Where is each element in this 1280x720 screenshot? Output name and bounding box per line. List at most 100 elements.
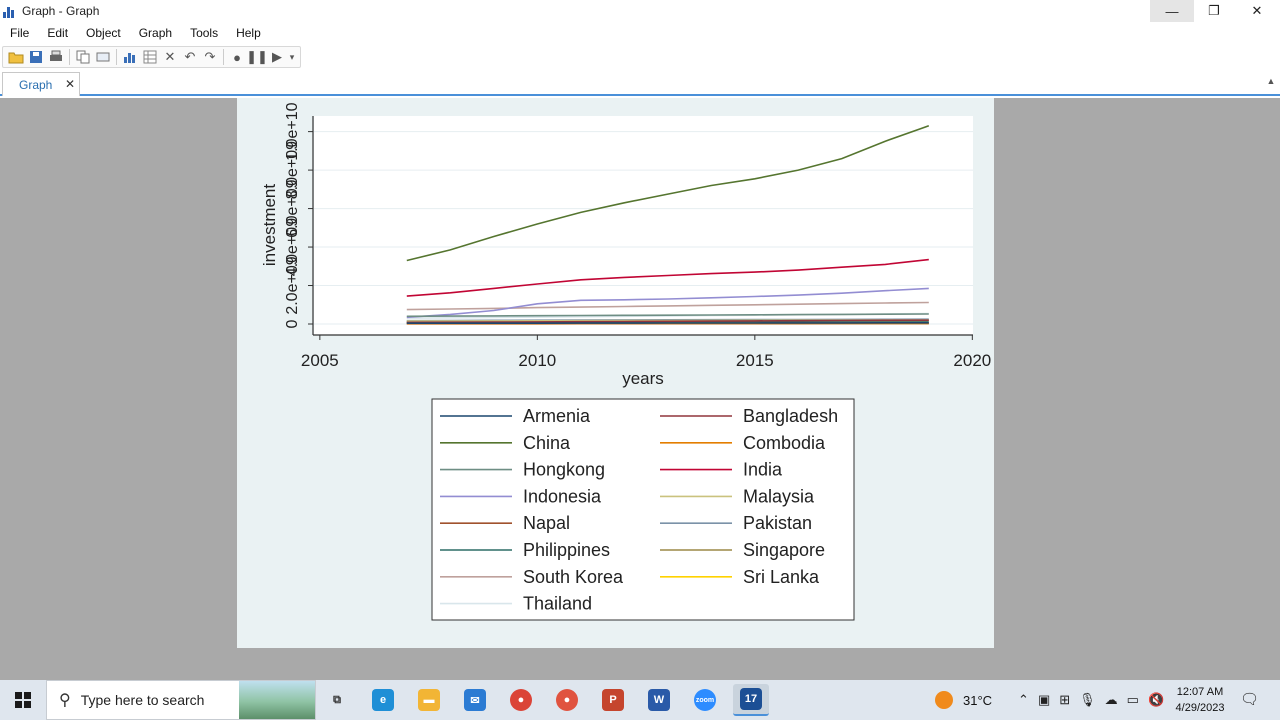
security-icon[interactable]: ⊞ — [1059, 692, 1070, 708]
graph-canvas: 0 2.0e+09 4.0e+09 6.0e+09 8.0e+09 1.0e+10 inve… — [237, 98, 994, 648]
chrome-taskbar-button[interactable]: ● — [503, 684, 539, 716]
stata-icon: 17 — [740, 688, 762, 710]
save-icon[interactable] — [26, 47, 46, 67]
x-tick-label: 2010 — [518, 351, 556, 370]
zoom-icon: zoom — [694, 689, 716, 711]
legend-label: Thailand — [523, 594, 592, 614]
menu-graph[interactable]: Graph — [129, 26, 180, 40]
menu-bar: File Edit Object Graph Tools Help — [0, 23, 269, 43]
legend-label: Combodia — [743, 433, 826, 453]
edge-icon: e — [372, 689, 394, 711]
restore-button[interactable]: ❐ — [1192, 0, 1236, 22]
rename-icon[interactable] — [93, 47, 113, 67]
tab-close-icon[interactable]: ✕ — [65, 77, 75, 91]
dropdown-icon[interactable]: ▾ — [287, 47, 297, 67]
record-icon[interactable]: ● — [227, 47, 247, 67]
legend-label: Indonesia — [523, 486, 602, 506]
legend-label: China — [523, 433, 571, 453]
open-icon[interactable] — [6, 47, 26, 67]
word-icon: W — [648, 689, 670, 711]
onedrive-icon[interactable]: ☁ — [1105, 692, 1118, 708]
x-tick-label: 2020 — [953, 351, 991, 370]
undo-icon[interactable]: ↶ — [180, 47, 200, 67]
print-icon[interactable] — [46, 47, 66, 67]
toolbar: ✕ ↶ ↷ ● ❚❚ ▶ ▾ — [2, 46, 301, 68]
task-view-taskbar-button[interactable]: ⧉ — [319, 684, 355, 716]
y-tick-label: 0 — [284, 319, 301, 328]
legend-label: Armenia — [523, 406, 591, 426]
data-browser-icon[interactable] — [140, 47, 160, 67]
battery-icon[interactable]: ▭ — [1127, 692, 1139, 708]
menu-tools[interactable]: Tools — [180, 26, 226, 40]
menu-file[interactable]: File — [0, 26, 37, 40]
file-explorer-taskbar-button[interactable]: ▬ — [411, 684, 447, 716]
tab-graph[interactable]: Graph ✕ — [2, 72, 80, 96]
chevron-up-icon[interactable]: ⌃ — [1018, 692, 1029, 708]
x-axis-label: years — [622, 369, 664, 388]
mail-icon: ✉ — [464, 689, 486, 711]
microphone-icon[interactable]: 🎙 — [1079, 692, 1096, 708]
edge-taskbar-button[interactable]: e — [365, 684, 401, 716]
copy-icon[interactable] — [73, 47, 93, 67]
search-highlight-image — [239, 681, 315, 719]
toolbar-separator — [116, 49, 117, 65]
weather-icon[interactable] — [935, 691, 953, 709]
mail-taskbar-button[interactable]: ✉ — [457, 684, 493, 716]
legend-label: Sri Lanka — [743, 567, 820, 587]
legend-label: Bangladesh — [743, 406, 838, 426]
legend-label: India — [743, 460, 783, 480]
chrome-icon: ● — [510, 689, 532, 711]
toolbar-separator — [69, 49, 70, 65]
line-chart: 02.0e+094.0e+096.0e+098.0e+091.0e+10inve… — [260, 102, 991, 621]
clock-date: 4/29/2023 — [1175, 702, 1225, 714]
redo-icon[interactable]: ↷ — [200, 47, 220, 67]
clear-icon[interactable]: ✕ — [160, 47, 180, 67]
notification-icon[interactable]: 🗨 — [1240, 690, 1259, 708]
graph-editor-icon[interactable] — [120, 47, 140, 67]
chrome-profile-taskbar-button[interactable]: ● — [549, 684, 585, 716]
minimize-button[interactable]: — — [1150, 0, 1194, 22]
clock[interactable]: 12:07 AM 4/29/2023 — [1172, 684, 1228, 716]
menu-help[interactable]: Help — [226, 26, 269, 40]
scroll-up-icon[interactable]: ▲ — [1264, 76, 1278, 90]
stata-graph-window: Graph - Graph — ❐ ✕ File Edit Object Gra… — [0, 0, 1280, 720]
windows-taskbar: ⚲ Type here to search ⧉ e ▬ ✉ ● ● P Wzoom 17 31°… — [0, 680, 1280, 720]
word-taskbar-button[interactable]: W — [641, 684, 677, 716]
legend-label: Singapore — [743, 540, 825, 560]
search-placeholder: Type here to search — [80, 692, 205, 708]
windows-icon — [15, 692, 31, 708]
toolbar-separator — [223, 49, 224, 65]
pause-icon[interactable]: ❚❚ — [246, 47, 268, 67]
menu-object[interactable]: Object — [76, 26, 129, 40]
play-icon[interactable]: ▶ — [267, 47, 287, 67]
volume-muted-icon[interactable]: 🔇 — [1148, 692, 1164, 708]
weather-temp[interactable]: 31°C — [963, 693, 992, 708]
powerpoint-taskbar-button[interactable]: P — [595, 684, 631, 716]
y-tick-label: 1.0e+10 — [284, 102, 301, 160]
y-axis-label: investment — [260, 184, 279, 266]
zoom-taskbar-button[interactable]: zoom — [687, 684, 723, 716]
title-bar: Graph - Graph — ❐ ✕ — [0, 0, 1280, 22]
clock-time: 12:07 AM — [1176, 686, 1224, 698]
menu-edit[interactable]: Edit — [37, 26, 76, 40]
x-tick-label: 2015 — [736, 351, 774, 370]
legend-label: Malaysia — [743, 486, 815, 506]
legend-label: Pakistan — [743, 513, 812, 533]
system-tray: 31°C ⌃ ▣ ⊞ 🎙 ☁ ▭ 🔇 — [935, 680, 1164, 720]
window-title: Graph - Graph — [22, 4, 100, 18]
task-view-icon: ⧉ — [333, 693, 341, 706]
plot-region — [314, 116, 973, 335]
start-button[interactable] — [0, 680, 46, 720]
taskbar-search-box[interactable]: ⚲ Type here to search — [46, 680, 316, 720]
meet-now-icon[interactable]: ▣ — [1038, 692, 1050, 708]
legend-label: Philippines — [523, 540, 610, 560]
legend-label: Napal — [523, 513, 570, 533]
stata-app-icon — [3, 4, 17, 18]
chrome-profile-icon: ● — [556, 689, 578, 711]
legend-label: South Korea — [523, 567, 624, 587]
file-explorer-icon: ▬ — [418, 689, 440, 711]
x-tick-label: 2005 — [301, 351, 339, 370]
close-button[interactable]: ✕ — [1235, 0, 1279, 22]
stata-taskbar-button[interactable]: 17 — [733, 684, 769, 716]
graph-window-area: 0 2.0e+09 4.0e+09 6.0e+09 8.0e+09 1.0e+10 inve… — [0, 98, 1280, 680]
